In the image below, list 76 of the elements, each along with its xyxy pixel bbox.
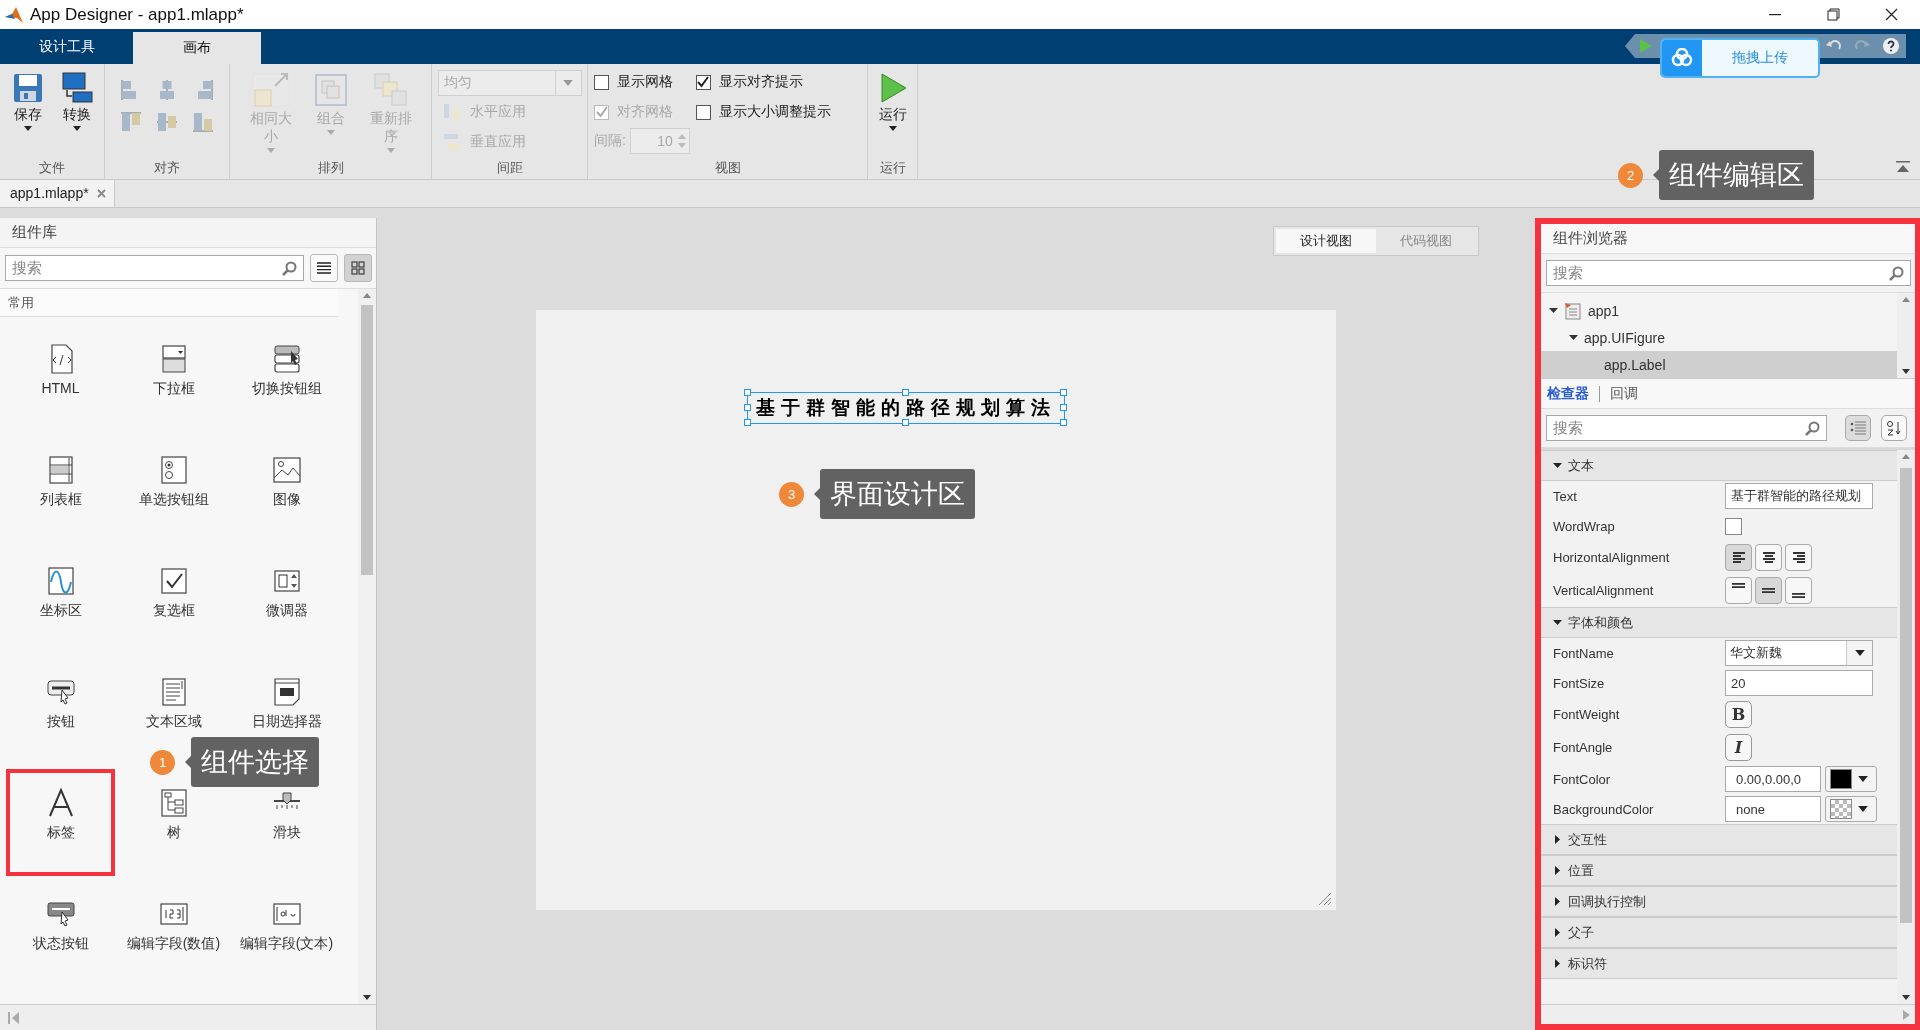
- document-tab[interactable]: app1.mlapp*: [0, 179, 115, 207]
- component-item[interactable]: 日期选择器: [230, 676, 343, 730]
- ribbon-tab[interactable]: 设计工具: [0, 29, 133, 64]
- section-header[interactable]: 文本: [1541, 450, 1897, 481]
- component-item[interactable]: 微调器: [230, 565, 343, 619]
- property-name: VerticalAlignment: [1553, 583, 1655, 598]
- property-name: WordWrap: [1553, 518, 1616, 534]
- property-name: FontColor: [1553, 771, 1612, 787]
- property-name: FontAngle: [1553, 740, 1614, 755]
- panel-title: 组件浏览器: [1541, 224, 1915, 254]
- component-item[interactable]: 树: [117, 787, 230, 841]
- color-field[interactable]: none: [1725, 796, 1821, 822]
- spacing-label: 间隔:: [594, 132, 626, 150]
- property-name: BackgroundColor: [1553, 801, 1655, 817]
- search-field[interactable]: 搜索: [1546, 415, 1827, 441]
- property-name: FontWeight: [1553, 707, 1621, 722]
- inspector-tab[interactable]: 回调: [1610, 384, 1638, 403]
- search-field[interactable]: 搜索: [1546, 260, 1911, 286]
- section-header[interactable]: 标识符: [1541, 948, 1897, 979]
- view-toggle-button[interactable]: 设计视图: [1276, 229, 1376, 253]
- component-item[interactable]: 滑块: [230, 787, 343, 841]
- tree-item[interactable]: app1: [1541, 297, 1897, 324]
- checkbox[interactable]: 显示网格: [594, 68, 690, 96]
- search-field[interactable]: 搜索: [5, 255, 304, 281]
- section-header[interactable]: 父子: [1541, 917, 1897, 948]
- group-label: 排列: [316, 159, 345, 177]
- component-item[interactable]: 按钮: [4, 676, 117, 730]
- component-item[interactable]: 状态按钮: [4, 898, 117, 952]
- property-field[interactable]: 20: [1725, 670, 1873, 696]
- ribbon-button[interactable]: 转换: [55, 68, 98, 159]
- number-badge: 1: [150, 749, 175, 775]
- component-item[interactable]: 编辑字段(数值): [117, 898, 230, 952]
- component-item[interactable]: 编辑字段(文本): [230, 898, 343, 952]
- group-label: 运行: [878, 159, 907, 177]
- component-item[interactable]: 列表框: [4, 454, 117, 508]
- property-name: HorizontalAlignment: [1553, 550, 1671, 565]
- group-label: 对齐: [153, 159, 181, 177]
- group-label: 间距: [495, 159, 524, 177]
- callout-tooltip: 组件选择: [191, 737, 319, 787]
- canvas-label[interactable]: 基于群智能的路径规划算法: [747, 392, 1065, 424]
- tree-item[interactable]: app.Label: [1541, 351, 1897, 378]
- section-header: 常用: [0, 289, 338, 317]
- group-label: 文件: [38, 159, 66, 177]
- font-dropdown[interactable]: 华文新魏: [1725, 640, 1873, 666]
- group-label: 视图: [713, 159, 742, 177]
- callout-tooltip: 组件编辑区: [1659, 150, 1814, 200]
- ribbon-button[interactable]: 运行: [874, 68, 911, 159]
- component-item[interactable]: 复选框: [117, 565, 230, 619]
- property-name: FontName: [1553, 645, 1615, 661]
- tree-item[interactable]: app.UIFigure: [1541, 324, 1897, 351]
- color-field[interactable]: 0.00,0.00,0: [1725, 766, 1821, 792]
- property-name: FontSize: [1553, 675, 1606, 691]
- property-name: Text: [1553, 488, 1578, 504]
- component-item[interactable]: 单选按钮组: [117, 454, 230, 508]
- component-item[interactable]: 切换按钮组: [230, 343, 343, 397]
- component-item[interactable]: 标签: [4, 767, 117, 878]
- callout-tooltip: 界面设计区: [820, 469, 975, 519]
- property-field[interactable]: 基于群智能的路径规划: [1725, 483, 1873, 509]
- section-header[interactable]: 字体和颜色: [1541, 607, 1897, 638]
- font-style-button[interactable]: B: [1725, 701, 1752, 728]
- window-title: App Designer - app1.mlapp*: [30, 4, 244, 25]
- ribbon-button[interactable]: 保存: [6, 68, 49, 159]
- checkbox[interactable]: 显示对齐提示: [695, 68, 831, 96]
- section-header[interactable]: 位置: [1541, 855, 1897, 886]
- checkbox[interactable]: 显示大小调整提示: [695, 98, 831, 126]
- section-header[interactable]: 交互性: [1541, 824, 1897, 855]
- inspector-tab[interactable]: 检查器: [1547, 384, 1589, 403]
- font-style-button[interactable]: I: [1725, 734, 1752, 761]
- component-item[interactable]: HTML: [4, 343, 117, 397]
- component-item[interactable]: 坐标区: [4, 565, 117, 619]
- section-header[interactable]: 回调执行控制: [1541, 886, 1897, 917]
- component-item[interactable]: 下拉框: [117, 343, 230, 397]
- component-item[interactable]: 图像: [230, 454, 343, 508]
- ribbon-tab[interactable]: 画布: [133, 32, 261, 64]
- component-item[interactable]: 文本区域: [117, 676, 230, 730]
- number-badge: 3: [779, 481, 804, 507]
